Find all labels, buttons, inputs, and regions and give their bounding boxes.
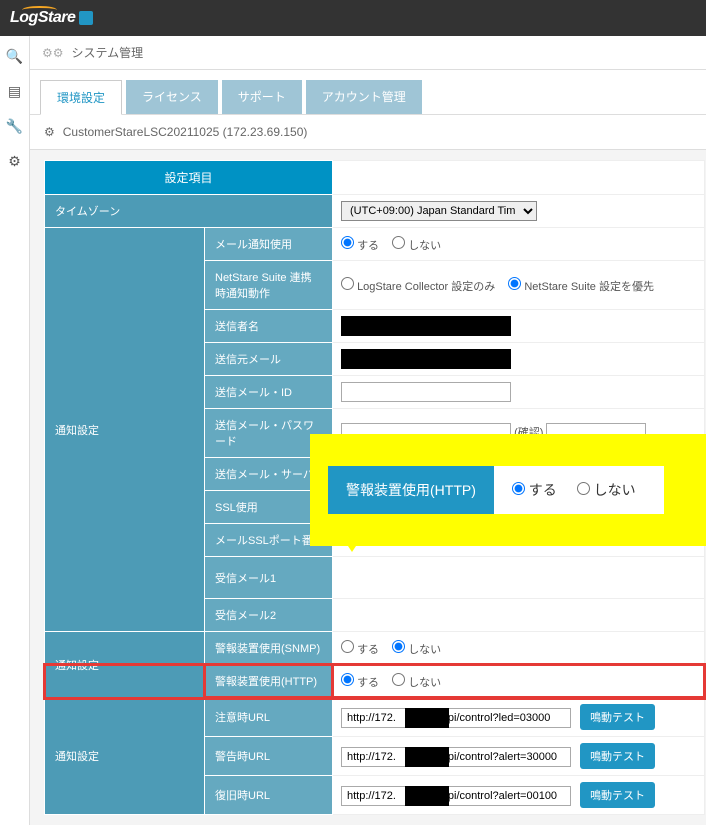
wrench-icon[interactable]: 🔧 bbox=[6, 118, 23, 135]
breadcrumb-title: システム管理 bbox=[72, 44, 144, 61]
gears-small-icon: ⚙⚙ bbox=[42, 46, 64, 60]
http-yes[interactable]: する bbox=[341, 677, 379, 689]
send-id-input[interactable] bbox=[341, 382, 511, 402]
tab-bar: 環境設定 ライセンス サポート アカウント管理 bbox=[30, 70, 706, 115]
side-nav: 🔍 ▤ 🔧 ⚙ bbox=[0, 36, 30, 825]
row-netstare-label: NetStare Suite 連携時通知動作 bbox=[205, 261, 333, 310]
row-timezone-label: タイムゾーン bbox=[45, 195, 333, 228]
tab-env[interactable]: 環境設定 bbox=[40, 80, 122, 115]
row-recovery-label: 復旧時URL bbox=[205, 776, 333, 815]
tab-license[interactable]: ライセンス bbox=[126, 80, 218, 114]
row-sender-name-label: 送信者名 bbox=[205, 310, 333, 343]
callout: 警報装置使用(HTTP) する しない bbox=[310, 434, 706, 546]
logo: LogStare bbox=[10, 9, 93, 27]
attention-test-button[interactable]: 鳴動テスト bbox=[580, 704, 655, 730]
settings-header: 設定項目 bbox=[45, 161, 333, 195]
search-icon[interactable]: 🔍 bbox=[6, 48, 23, 65]
recovery-test-button[interactable]: 鳴動テスト bbox=[580, 782, 655, 808]
attention-url-input[interactable] bbox=[341, 708, 571, 728]
snmp-no[interactable]: しない bbox=[392, 644, 441, 656]
http-no[interactable]: しない bbox=[392, 677, 441, 689]
row-http-label: 警報装置使用(HTTP) bbox=[205, 665, 333, 698]
logo-badge-icon bbox=[79, 11, 93, 25]
tab-support[interactable]: サポート bbox=[222, 80, 302, 114]
sender-name-input[interactable] bbox=[341, 316, 511, 336]
row-warning-label: 警告時URL bbox=[205, 737, 333, 776]
gears-icon[interactable]: ⚙ bbox=[8, 153, 21, 170]
gear-icon: ⚙ bbox=[44, 125, 55, 139]
section-notify3: 通知設定 bbox=[45, 698, 205, 815]
row-recv2-label: 受信メール2 bbox=[205, 599, 333, 632]
row-sender-mail-label: 送信元メール bbox=[205, 343, 333, 376]
netstare-opt1[interactable]: LogStare Collector 設定のみ bbox=[341, 281, 495, 293]
row-send-id-label: 送信メール・ID bbox=[205, 376, 333, 409]
section-notify: 通知設定 bbox=[45, 228, 205, 632]
warning-test-button[interactable]: 鳴動テスト bbox=[580, 743, 655, 769]
book-icon[interactable]: ▤ bbox=[8, 83, 21, 100]
row-snmp-label: 警報装置使用(SNMP) bbox=[205, 632, 333, 665]
row-attention-label: 注意時URL bbox=[205, 698, 333, 737]
callout-title: 警報装置使用(HTTP) bbox=[328, 466, 494, 514]
sender-mail-input[interactable] bbox=[341, 349, 511, 369]
target-title: CustomerStareLSC20211025 (172.23.69.150) bbox=[63, 125, 308, 139]
callout-yes[interactable]: する bbox=[512, 480, 557, 500]
top-bar: LogStare bbox=[0, 0, 706, 36]
row-recv1-label: 受信メール1 bbox=[205, 557, 333, 599]
mailuse-no[interactable]: しない bbox=[392, 240, 441, 252]
recovery-url-input[interactable] bbox=[341, 786, 571, 806]
timezone-select[interactable]: (UTC+09:00) Japan Standard Tim bbox=[341, 201, 537, 221]
tab-account[interactable]: アカウント管理 bbox=[306, 80, 422, 114]
callout-no[interactable]: しない bbox=[577, 480, 636, 500]
mailuse-yes[interactable]: する bbox=[341, 240, 379, 252]
snmp-yes[interactable]: する bbox=[341, 644, 379, 656]
warning-url-input[interactable] bbox=[341, 747, 571, 767]
breadcrumb: ⚙⚙ システム管理 bbox=[30, 36, 706, 70]
row-mailuse-label: メール通知使用 bbox=[205, 228, 333, 261]
netstare-opt2[interactable]: NetStare Suite 設定を優先 bbox=[508, 281, 654, 293]
section-notify2: 通知設定 bbox=[45, 632, 205, 698]
target-bar: ⚙ CustomerStareLSC20211025 (172.23.69.15… bbox=[30, 115, 706, 150]
